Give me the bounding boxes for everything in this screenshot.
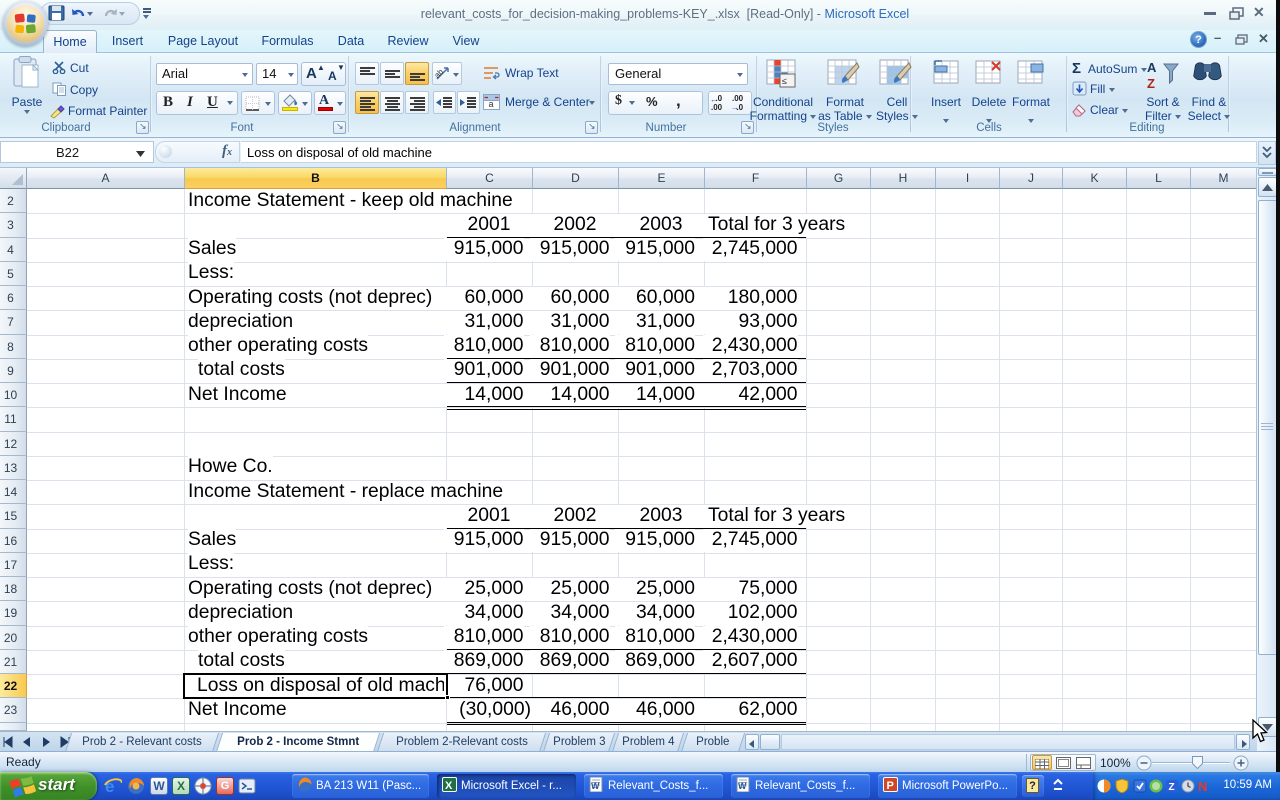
svg-text:X: X bbox=[445, 780, 453, 792]
svg-text:Z: Z bbox=[1147, 76, 1155, 90]
svg-text:N: N bbox=[1198, 779, 1207, 793]
svg-text:W: W bbox=[591, 781, 600, 791]
svg-text:a: a bbox=[489, 99, 494, 109]
svg-text:Z: Z bbox=[1169, 782, 1175, 793]
svg-text:≤: ≤ bbox=[782, 76, 787, 86]
svg-text:A: A bbox=[1147, 60, 1157, 75]
svg-text:ab: ab bbox=[435, 67, 446, 80]
svg-text:W: W bbox=[738, 781, 747, 791]
svg-text:P: P bbox=[887, 780, 894, 792]
